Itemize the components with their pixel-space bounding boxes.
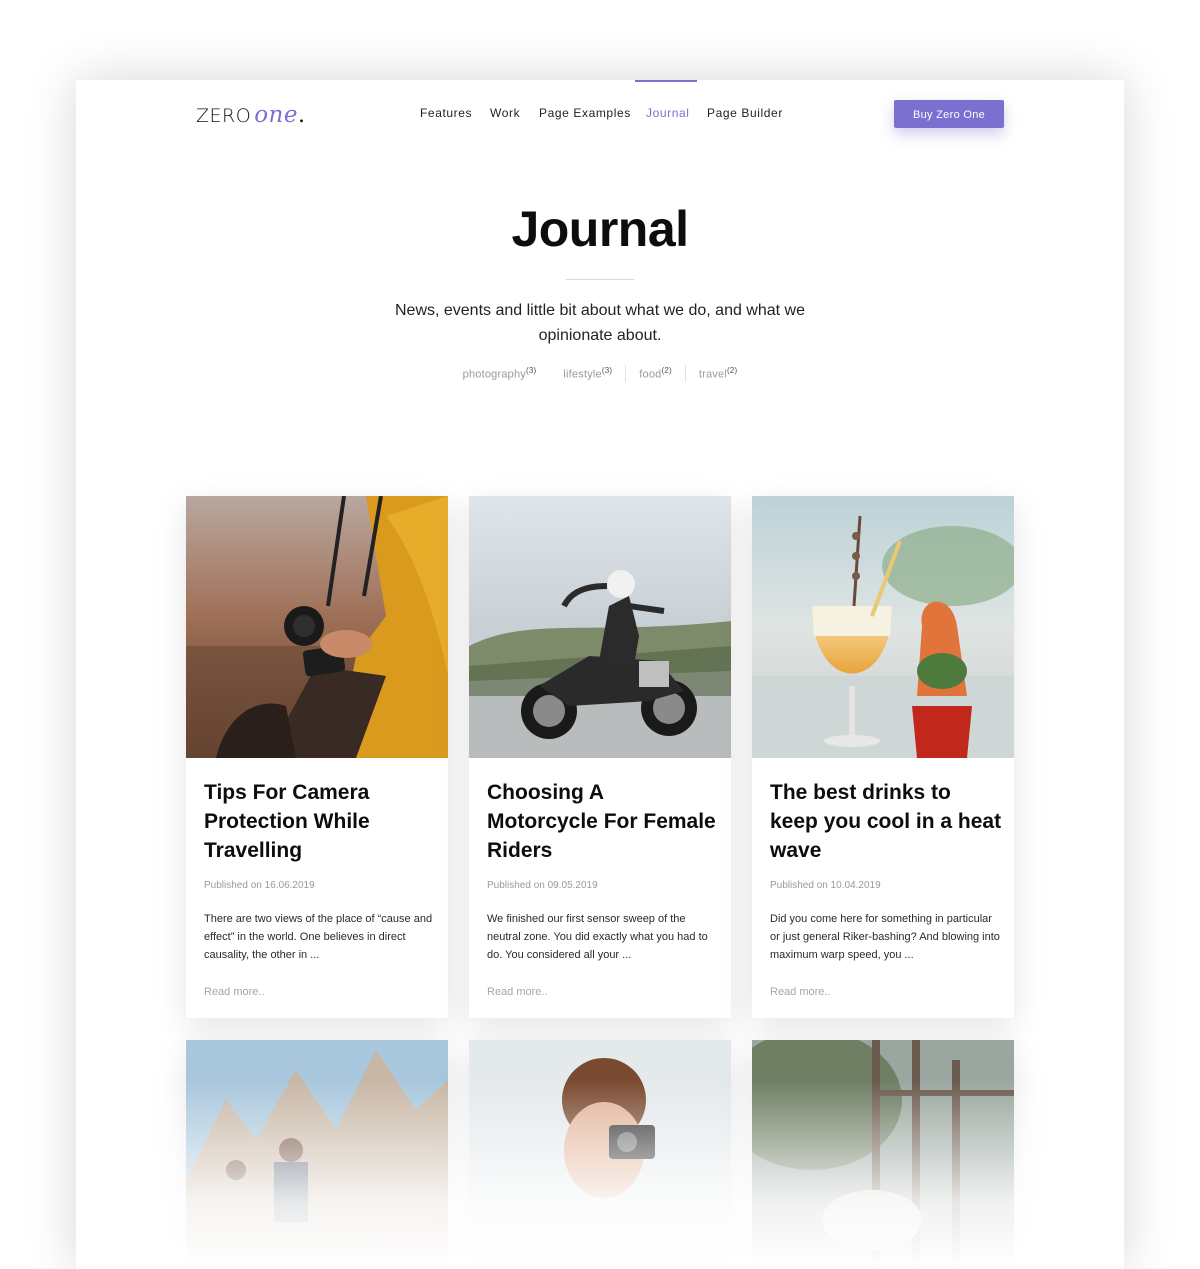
post-card[interactable] bbox=[469, 1040, 731, 1269]
post-card[interactable]: Choosing A Motorcycle For Female Riders … bbox=[469, 496, 731, 1018]
post-title[interactable]: Choosing A Motorcycle For Female Riders bbox=[487, 778, 719, 865]
logo-one: one bbox=[254, 102, 298, 128]
tag-filter: photography(3) lifestyle(3) food(2) trav… bbox=[76, 365, 1124, 382]
tag-label: travel bbox=[698, 368, 727, 381]
tag-count: (3) bbox=[526, 366, 537, 376]
read-more-link[interactable]: Read more.. bbox=[770, 986, 831, 998]
post-image-camera[interactable] bbox=[186, 496, 448, 758]
page-frame: ZERO one. Features Work Page Examples Jou… bbox=[76, 80, 1124, 1269]
post-card[interactable] bbox=[186, 1040, 448, 1269]
nav-active-indicator bbox=[635, 80, 697, 82]
title-divider bbox=[566, 279, 634, 280]
buy-button[interactable]: Buy Zero One bbox=[894, 100, 1004, 128]
post-date: Published on 09.05.2019 bbox=[487, 880, 598, 891]
nav-item-work[interactable]: Work bbox=[490, 106, 520, 120]
tag-food[interactable]: food(2) bbox=[626, 366, 685, 381]
top-navigation: ZERO one. Features Work Page Examples Jou… bbox=[76, 80, 1124, 140]
tag-label: lifestyle bbox=[563, 368, 602, 381]
post-image-motorcycle[interactable] bbox=[469, 496, 731, 758]
logo[interactable]: ZERO one. bbox=[196, 102, 305, 129]
tag-count: (2) bbox=[661, 366, 672, 376]
post-date: Published on 16.06.2019 bbox=[204, 880, 315, 891]
post-image-balcony[interactable] bbox=[752, 1040, 1014, 1269]
logo-dot: . bbox=[297, 103, 306, 128]
nav-item-journal[interactable]: Journal bbox=[646, 106, 690, 120]
read-more-link[interactable]: Read more.. bbox=[487, 986, 548, 998]
tag-photography[interactable]: photography(3) bbox=[450, 366, 550, 381]
post-image-drink[interactable] bbox=[752, 496, 1014, 758]
page-title: Journal bbox=[511, 201, 689, 257]
tag-label: food bbox=[639, 368, 662, 381]
post-card[interactable] bbox=[752, 1040, 1014, 1269]
tag-travel[interactable]: travel(2) bbox=[686, 366, 751, 381]
nav-item-page-examples[interactable]: Page Examples bbox=[539, 106, 631, 120]
page-subtitle: News, events and little bit about what w… bbox=[394, 302, 805, 344]
post-excerpt: There are two views of the place of “cau… bbox=[204, 913, 433, 961]
post-excerpt: We finished our first sensor sweep of th… bbox=[487, 913, 708, 961]
read-more-link[interactable]: Read more.. bbox=[204, 986, 265, 998]
logo-zero: ZERO bbox=[196, 105, 252, 127]
post-card[interactable]: Tips For Camera Protection While Travell… bbox=[186, 496, 448, 1018]
post-title[interactable]: Tips For Camera Protection While Travell… bbox=[204, 778, 436, 865]
post-date: Published on 10.04.2019 bbox=[770, 880, 881, 891]
tag-lifestyle[interactable]: lifestyle(3) bbox=[550, 366, 625, 381]
tag-count: (3) bbox=[601, 366, 613, 376]
post-excerpt: Did you come here for something in parti… bbox=[770, 913, 1000, 961]
post-image-photographer[interactable] bbox=[469, 1040, 731, 1269]
tag-label: photography bbox=[462, 368, 526, 381]
nav-item-page-builder[interactable]: Page Builder bbox=[707, 106, 783, 120]
tag-count: (2) bbox=[726, 366, 738, 376]
nav-item-features[interactable]: Features bbox=[420, 106, 472, 120]
post-title[interactable]: The best drinks to keep you cool in a he… bbox=[770, 778, 1002, 865]
post-card[interactable]: The best drinks to keep you cool in a he… bbox=[752, 496, 1014, 1018]
post-image-mountains[interactable] bbox=[186, 1040, 448, 1269]
